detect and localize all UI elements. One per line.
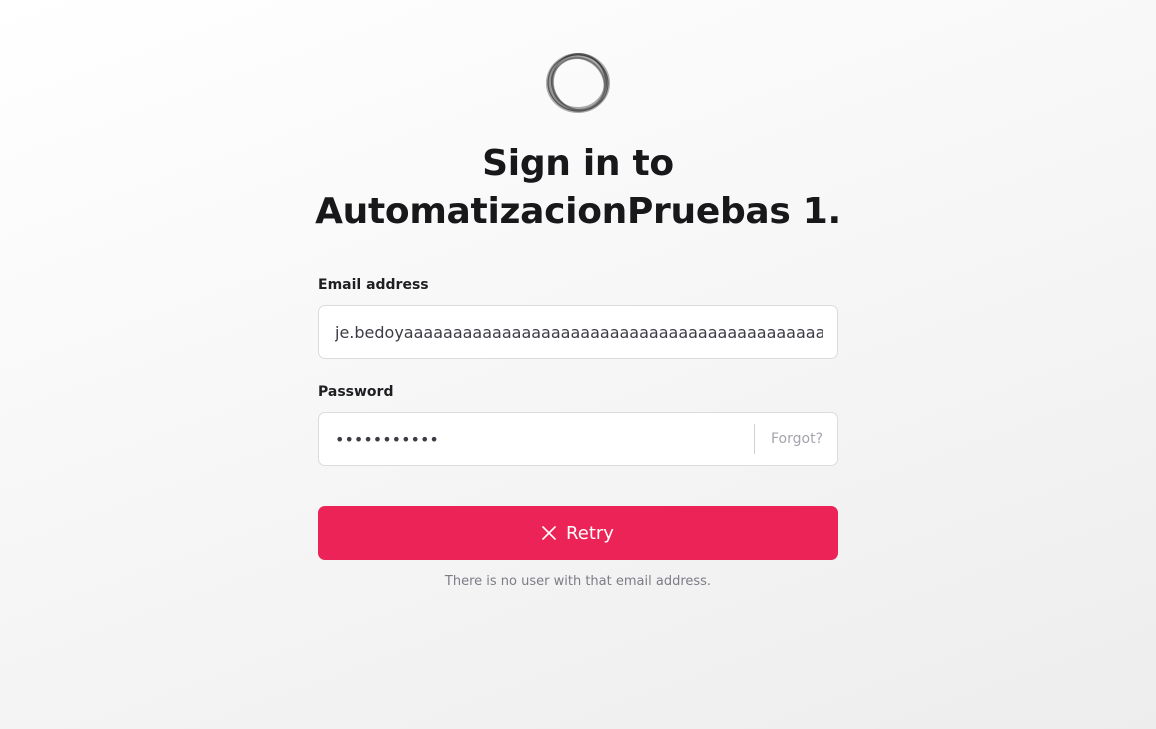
retry-label: Retry [566, 522, 614, 544]
email-label: Email address [318, 277, 429, 293]
forgot-password-link[interactable]: Forgot? [771, 413, 823, 465]
field-divider [754, 424, 755, 454]
close-icon [542, 526, 556, 540]
retry-button[interactable]: Retry [318, 506, 838, 560]
title-line-2: AutomatizacionPruebas 1. [315, 191, 841, 232]
password-label: Password [318, 384, 394, 400]
password-input[interactable] [319, 413, 749, 465]
email-input[interactable] [319, 306, 823, 358]
error-message: There is no user with that email address… [444, 574, 712, 589]
ring-logo-icon [546, 53, 610, 113]
email-field-container [318, 305, 838, 359]
page-title: Sign in to AutomatizacionPruebas 1. [288, 140, 868, 236]
password-field-container: Forgot? [318, 412, 838, 466]
title-line-1: Sign in to [482, 143, 674, 184]
